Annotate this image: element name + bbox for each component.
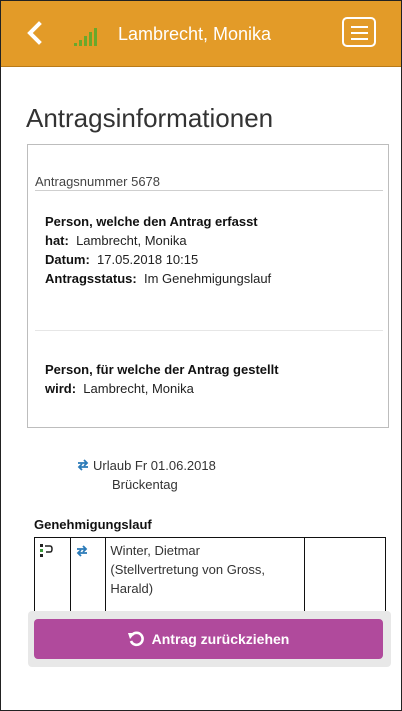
erfasst-heading: Person, welche den Antrag erfasst <box>45 214 258 229</box>
divider <box>35 330 383 331</box>
approver-line3: Harald) <box>110 581 154 596</box>
workflow-cell <box>34 537 71 617</box>
app-frame: Lambrecht, Monika Antragsinformationen A… <box>0 0 402 711</box>
page-title: Antragsinformationen <box>26 103 274 133</box>
swap-arrows-icon <box>77 459 89 471</box>
erfasst-hat-label: hat: <box>45 233 69 248</box>
chevron-left-icon[interactable] <box>25 21 45 45</box>
datum-value: 17.05.2018 10:15 <box>97 252 199 267</box>
top-bar: Lambrecht, Monika <box>1 1 401 67</box>
table-row: Winter, Dietmar (Stellvertretung von Gro… <box>34 537 386 617</box>
genehmigungslauf-label: Genehmigungslauf <box>34 517 152 532</box>
status-value: Im Genehmigungslauf <box>143 271 272 286</box>
erfasst-section: Person, welche den Antrag erfasst hat: L… <box>45 212 271 288</box>
antrag-info-card: Antragsnummer 5678 Person, welche den An… <box>27 144 389 428</box>
swap-arrows-icon <box>76 545 87 557</box>
gestellt-wird-label: wird: <box>45 381 77 396</box>
urlaub-entry[interactable]: Urlaub Fr 01.06.2018 Brückentag <box>76 456 216 494</box>
datum-label: Datum: <box>45 252 90 267</box>
erfasst-hat-value: Lambrecht, Monika <box>76 233 187 248</box>
status-label: Antragsstatus: <box>45 271 137 286</box>
approver-line2: (Stellvertretung von Gross, <box>110 562 266 577</box>
menu-button[interactable] <box>342 17 376 47</box>
workflow-icon <box>40 544 53 557</box>
gestellt-wird-value: Lambrecht, Monika <box>83 381 194 396</box>
divider <box>35 190 383 191</box>
gestellt-heading: Person, für welche der Antrag gestellt <box>45 362 279 377</box>
header-title: Lambrecht, Monika <box>118 24 272 44</box>
withdraw-request-button[interactable]: Antrag zurückziehen <box>34 619 383 659</box>
antragsnummer: Antragsnummer 5678 <box>35 174 161 189</box>
swap-cell <box>69 537 107 617</box>
urlaub-line1: Urlaub Fr 01.06.2018 <box>93 458 216 473</box>
genehmigungslauf-table: Winter, Dietmar (Stellvertretung von Gro… <box>34 537 386 617</box>
action-bar: Antrag zurückziehen <box>28 611 391 667</box>
undo-icon <box>127 631 144 647</box>
gestellt-section: Person, für welche der Antrag gestellt w… <box>45 360 279 398</box>
urlaub-line2: Brückentag <box>112 477 178 492</box>
status-cell <box>304 537 386 617</box>
signal-bars-icon <box>74 28 97 46</box>
hamburger-menu-icon <box>351 26 368 28</box>
approver-cell: Winter, Dietmar (Stellvertretung von Gro… <box>105 537 306 617</box>
approver-line1: Winter, Dietmar <box>110 543 200 558</box>
withdraw-request-label: Antrag zurückziehen <box>151 631 290 647</box>
